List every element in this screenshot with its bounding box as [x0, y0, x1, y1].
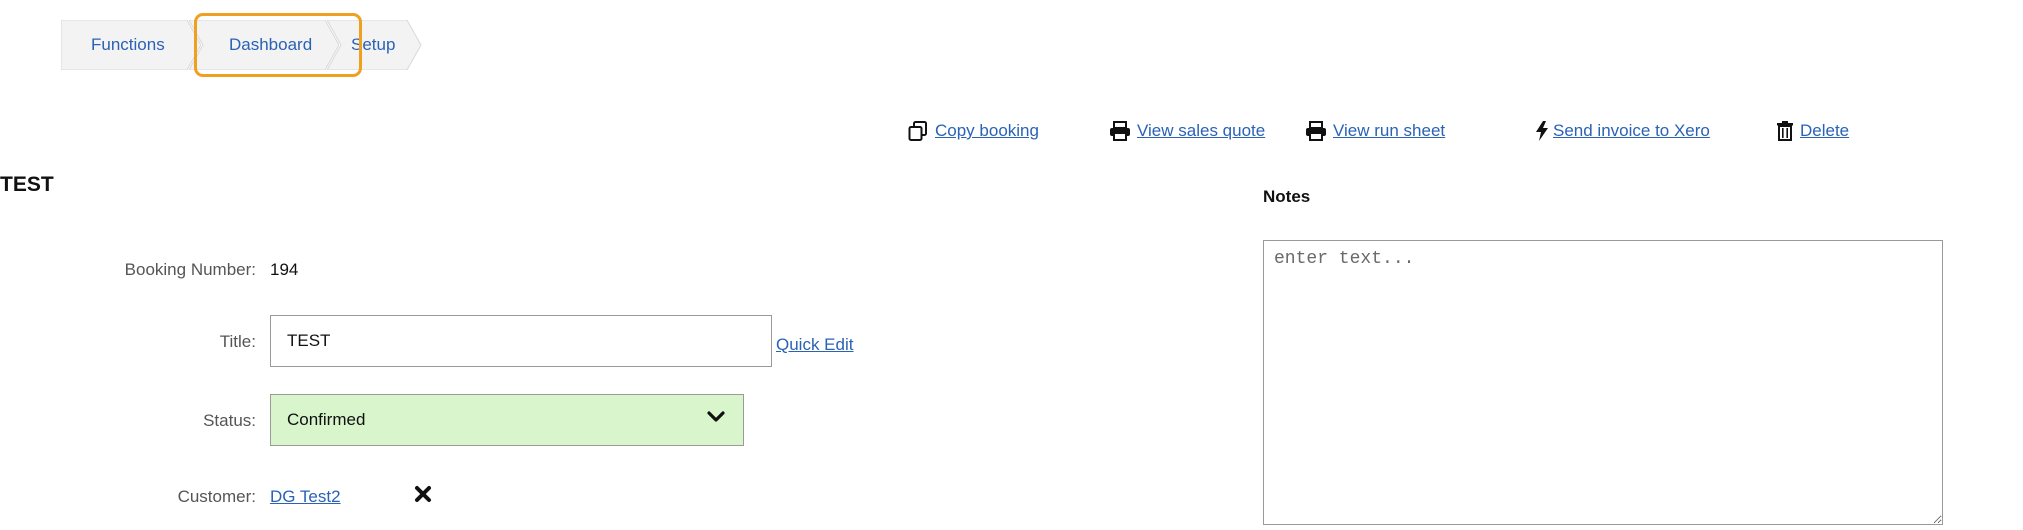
notes-label: Notes — [1263, 187, 1311, 206]
title-label: Title: — [219, 332, 256, 351]
status-select[interactable]: Confirmed — [270, 394, 744, 446]
delete-action[interactable]: Delete — [1776, 120, 1849, 142]
breadcrumb-item-setup[interactable]: Setup — [327, 20, 423, 70]
view-sales-quote-link[interactable]: View sales quote — [1137, 121, 1265, 141]
status-value: Confirmed — [287, 410, 366, 429]
breadcrumb-label: Setup — [351, 35, 396, 54]
lightning-icon — [1535, 120, 1549, 142]
chevron-down-icon — [707, 409, 725, 429]
breadcrumb-label: Functions — [91, 35, 165, 54]
breadcrumb-item-functions[interactable]: Functions — [61, 20, 201, 70]
view-run-sheet-link[interactable]: View run sheet — [1333, 121, 1445, 141]
breadcrumb-item-dashboard[interactable]: Dashboard — [189, 20, 339, 70]
notes-textarea[interactable] — [1263, 240, 1943, 525]
copy-booking-action[interactable]: Copy booking — [907, 120, 1039, 142]
send-invoice-link[interactable]: Send invoice to Xero — [1553, 121, 1710, 141]
booking-number-value: 194 — [270, 260, 299, 279]
view-sales-quote-action[interactable]: View sales quote — [1109, 120, 1265, 142]
title-input[interactable] — [270, 315, 772, 367]
copy-icon — [907, 120, 929, 142]
breadcrumb-label: Dashboard — [229, 35, 313, 54]
send-invoice-action[interactable]: Send invoice to Xero — [1535, 120, 1710, 142]
page-title: TEST — [0, 173, 54, 196]
customer-label: Customer: — [177, 487, 256, 506]
view-run-sheet-action[interactable]: View run sheet — [1305, 120, 1445, 142]
copy-booking-link[interactable]: Copy booking — [935, 121, 1039, 141]
status-label: Status: — [203, 411, 256, 430]
print-icon — [1109, 120, 1131, 142]
print-icon — [1305, 120, 1327, 142]
booking-number-label: Booking Number: — [124, 260, 256, 279]
quick-edit-link[interactable]: Quick Edit — [776, 335, 853, 355]
trash-icon — [1776, 120, 1794, 142]
close-icon[interactable] — [413, 484, 435, 506]
customer-link[interactable]: DG Test2 — [270, 487, 341, 507]
delete-link[interactable]: Delete — [1800, 121, 1849, 141]
